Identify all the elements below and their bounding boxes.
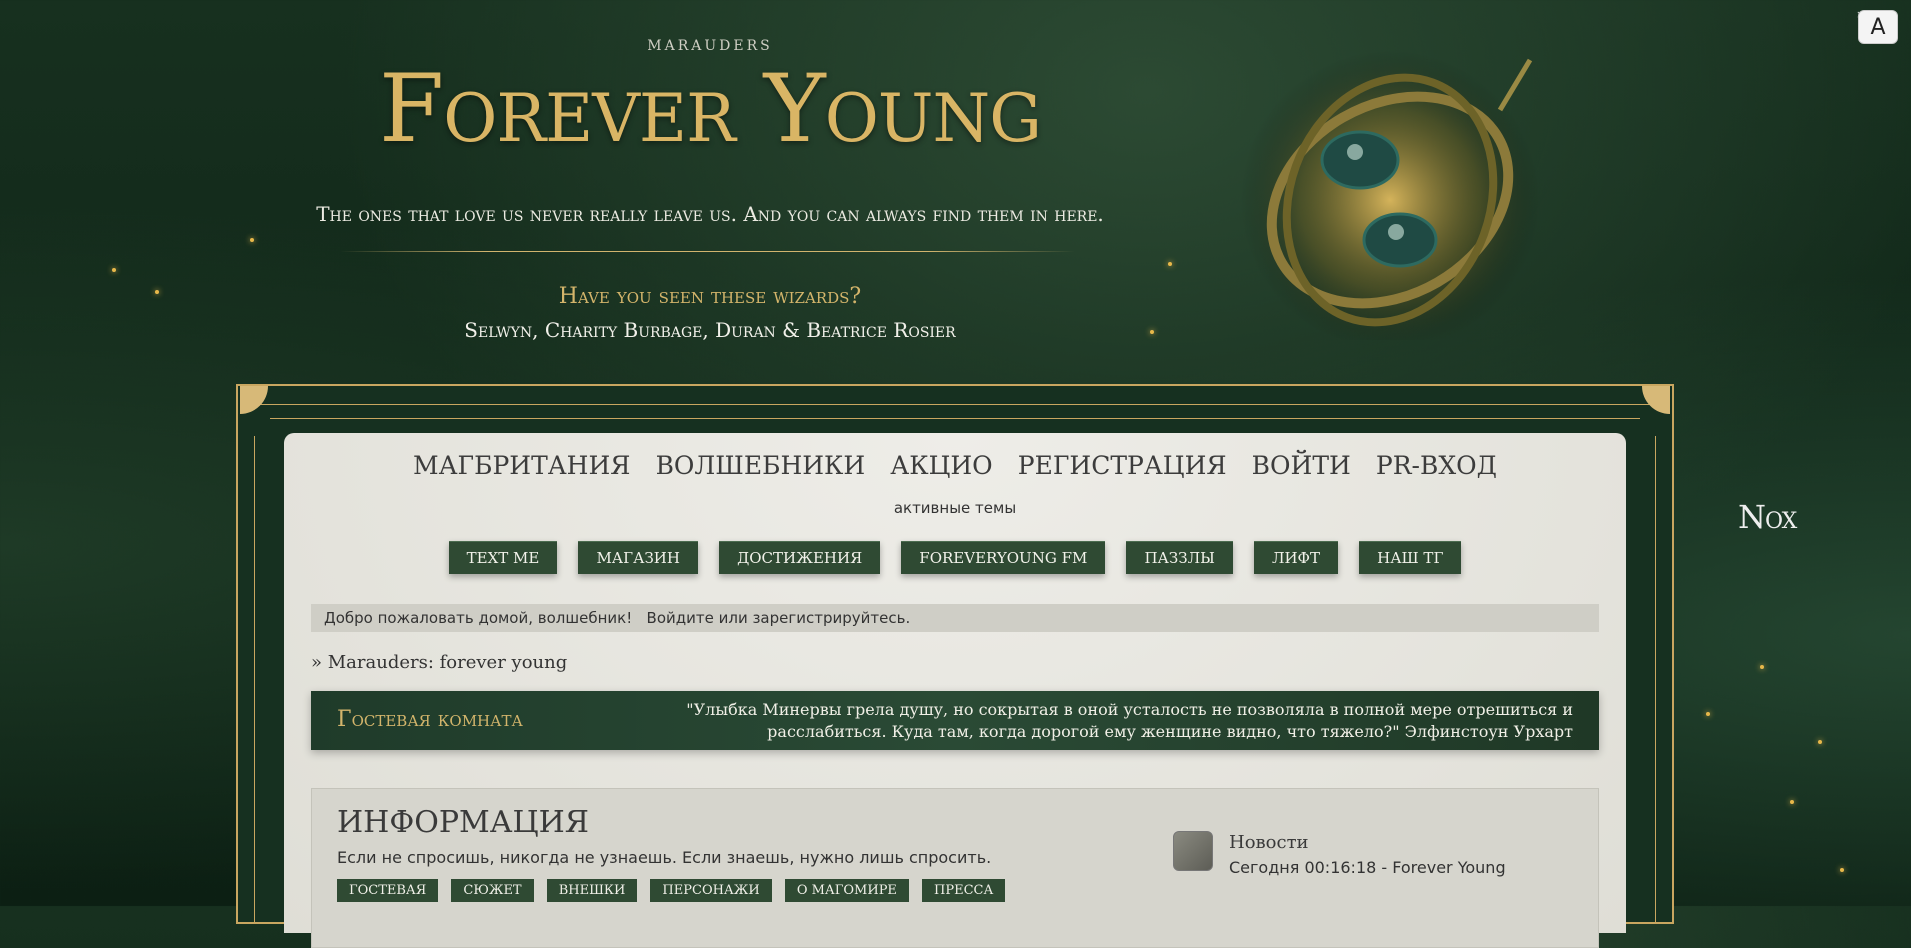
sparkle <box>1760 665 1764 669</box>
site-title: Forever Young <box>379 55 1042 164</box>
news-forum-title[interactable]: Новости <box>1229 832 1309 853</box>
news-last-post[interactable]: Сегодня 00:16:18 - Forever Young <box>1229 858 1506 877</box>
info-tag-appearances[interactable]: ВНЕШКИ <box>546 879 638 902</box>
frame-line <box>256 404 1654 405</box>
site-tagline: The ones that love us never really leave… <box>316 202 1104 226</box>
sparkle <box>112 268 116 272</box>
sparkle <box>1706 712 1710 716</box>
info-tag-magic-world[interactable]: О МАГОМИРЕ <box>784 879 909 902</box>
quick-link-fm[interactable]: FOREVERYOUNG FM <box>901 541 1106 574</box>
info-tags: ГОСТЕВАЯ СЮЖЕТ ВНЕШКИ ПЕРСОНАЖИ О МАГОМИ… <box>337 879 1013 902</box>
nav-item-magbritania[interactable]: МАГБРИТАНИЯ <box>413 451 630 480</box>
quick-links: TEXT ME МАГАЗИН ДОСТИЖЕНИЯ FOREVERYOUNG … <box>284 541 1626 574</box>
quick-link-shop[interactable]: МАГАЗИН <box>578 541 698 574</box>
sparkle <box>1840 868 1844 872</box>
guest-room-title[interactable]: Гостевая комната <box>337 707 523 732</box>
quick-link-text-me[interactable]: TEXT ME <box>448 541 558 574</box>
frame-line <box>254 436 255 922</box>
sparkle <box>1818 740 1822 744</box>
guest-room-banner[interactable]: Гостевая комната "Улыбка Минервы грела д… <box>311 691 1599 750</box>
nox-link[interactable]: Nox <box>1738 498 1797 536</box>
info-section: ИНФОРМАЦИЯ Если не спросишь, никогда не … <box>311 788 1599 948</box>
quick-link-achievements[interactable]: ДОСТИЖЕНИЯ <box>719 541 881 574</box>
translate-button[interactable]: A <box>1858 10 1898 44</box>
sparkle <box>1790 800 1794 804</box>
wanted-names[interactable]: Selwyn, Charity Burbage, Duran & Beatric… <box>380 318 1040 342</box>
frame-corner <box>1642 386 1670 414</box>
login-prompt-link[interactable]: Войдите или зарегистрируйтесь. <box>647 609 911 627</box>
main-panel: МАГБРИТАНИЯ ВОЛШЕБНИКИ АКЦИО РЕГИСТРАЦИЯ… <box>284 433 1626 948</box>
site-subtitle: MARAUDERS <box>647 38 773 54</box>
frame-line <box>1655 436 1656 922</box>
info-tag-press[interactable]: ПРЕССА <box>922 879 1006 902</box>
nav-item-login[interactable]: ВОЙТИ <box>1252 451 1351 480</box>
info-subtitle: Если не спросишь, никогда не узнаешь. Ес… <box>337 848 992 867</box>
welcome-text: Добро пожаловать домой, волшебник! <box>324 609 633 627</box>
wanted-title: Have you seen these wizards? <box>558 284 862 309</box>
sparkle <box>155 290 159 294</box>
welcome-bar: Добро пожаловать домой, волшебник! Войди… <box>311 604 1599 632</box>
guest-room-quote: "Улыбка Минервы грела душу, но сокрытая … <box>686 700 1573 741</box>
breadcrumb[interactable]: » Marauders: forever young <box>311 652 567 673</box>
quick-link-puzzles[interactable]: ПАЗЗЛЫ <box>1126 541 1233 574</box>
nav-item-register[interactable]: РЕГИСТРАЦИЯ <box>1018 451 1227 480</box>
nav-item-pr-login[interactable]: PR-ВХОД <box>1376 451 1497 480</box>
nav-item-wizards[interactable]: ВОЛШЕБНИКИ <box>656 451 866 480</box>
frame-line <box>270 418 1640 419</box>
active-topics-link[interactable]: активные темы <box>284 499 1626 517</box>
main-nav: МАГБРИТАНИЯ ВОЛШЕБНИКИ АКЦИО РЕГИСТРАЦИЯ… <box>284 451 1626 480</box>
nav-item-accio[interactable]: АКЦИО <box>890 451 992 480</box>
info-title: ИНФОРМАЦИЯ <box>337 805 589 840</box>
quick-link-lift[interactable]: ЛИФТ <box>1253 541 1339 574</box>
sparkle <box>1168 262 1172 266</box>
header-divider <box>340 251 1075 252</box>
time-turner-illustration <box>1240 50 1540 340</box>
sparkle <box>250 238 254 242</box>
info-tag-plot[interactable]: СЮЖЕТ <box>451 879 534 902</box>
info-tag-guestbook[interactable]: ГОСТЕВАЯ <box>337 879 439 902</box>
sparkle <box>1150 330 1154 334</box>
info-tag-characters[interactable]: ПЕРСОНАЖИ <box>650 879 772 902</box>
news-avatar <box>1173 831 1213 871</box>
frame-corner <box>240 386 268 414</box>
quick-link-telegram[interactable]: НАШ ТГ <box>1359 541 1462 574</box>
